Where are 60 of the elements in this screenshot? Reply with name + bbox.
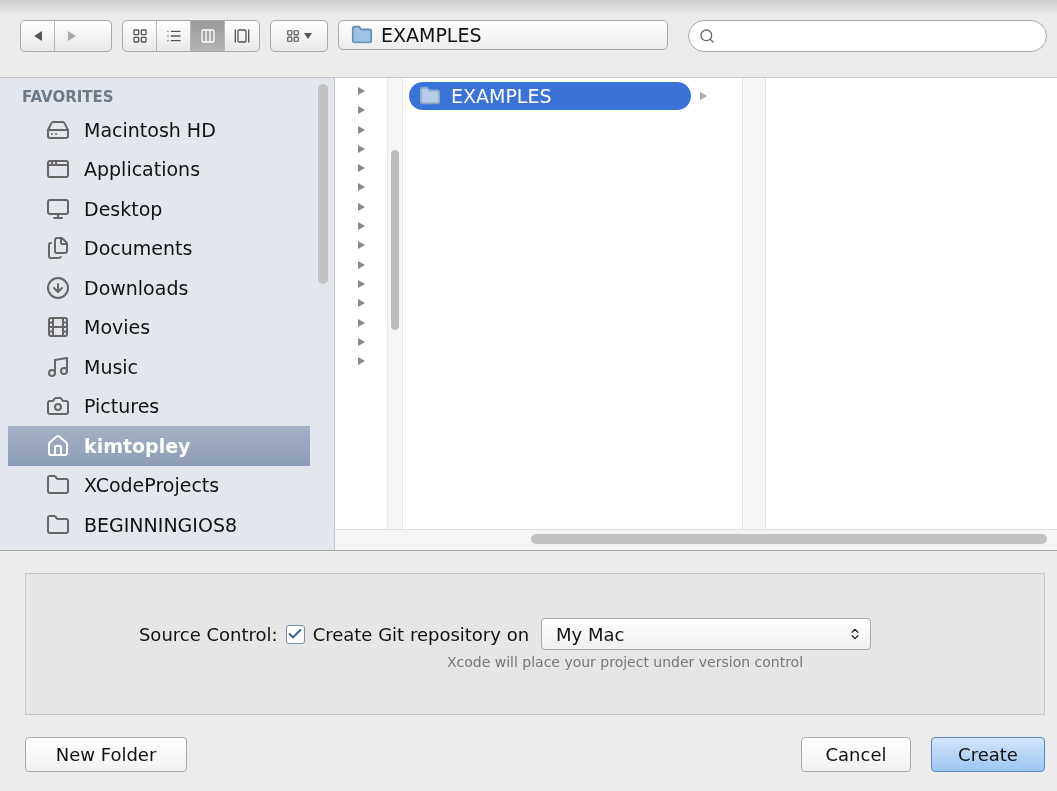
- git-checkbox[interactable]: [285, 624, 305, 644]
- left-triangle-icon: [32, 30, 43, 42]
- monitor-icon: [46, 196, 70, 221]
- disclosure-triangle-icon: [356, 163, 366, 174]
- disclosure-triangle-icon: [356, 201, 366, 212]
- sidebar-item[interactable]: Desktop: [8, 189, 310, 229]
- disclosure-triangle-icon: [356, 182, 366, 193]
- scrollbar-thumb[interactable]: [318, 84, 328, 284]
- sidebar-item[interactable]: Documents: [8, 228, 310, 268]
- disclosure-triangle-icon: [356, 221, 366, 232]
- download-icon: [46, 275, 70, 300]
- music-note-icon: [46, 354, 70, 379]
- folder-icon: [419, 85, 441, 107]
- scrollbar-thumb[interactable]: [531, 534, 1047, 544]
- path-popup[interactable]: EXAMPLES: [338, 20, 668, 50]
- disclosure-triangle-icon: [356, 86, 366, 96]
- folder-icon: [351, 24, 373, 46]
- scrollbar-thumb[interactable]: [391, 150, 399, 330]
- list-view-icon: [165, 28, 182, 44]
- sidebar-item[interactable]: BEGINNINGIOS8: [8, 505, 310, 545]
- sidebar-item[interactable]: Downloads: [8, 268, 310, 308]
- folder-row[interactable]: EXAMPLES: [409, 82, 691, 110]
- right-triangle-icon: [67, 30, 77, 42]
- house-icon: [46, 433, 70, 458]
- disclosure-triangle-icon: [356, 298, 366, 309]
- sidebar-item[interactable]: XCodeProjects: [8, 465, 310, 505]
- film-icon: [46, 315, 70, 340]
- default-button[interactable]: Create: [931, 737, 1045, 772]
- icons-view-icon: [131, 28, 148, 44]
- disclosure-triangle-icon: [356, 240, 366, 251]
- source-control-label: Source Control:: [138, 623, 278, 645]
- dialog-button[interactable]: Cancel: [801, 737, 911, 772]
- disclosure-triangle-icon: [356, 336, 366, 347]
- checkbox-label: Create Git repository on: [312, 623, 530, 645]
- documents-icon: [46, 236, 70, 261]
- disclosure-triangle-icon: [356, 317, 366, 328]
- disclosure-triangle-icon: [699, 91, 708, 101]
- disclosure-triangle-icon: [356, 259, 366, 270]
- columns-view-icon: [199, 28, 216, 44]
- sidebar-item[interactable]: Applications: [8, 149, 310, 189]
- sidebar-item[interactable]: Macintosh HD: [8, 110, 310, 150]
- view-mode-control[interactable]: [122, 20, 260, 52]
- disclosure-triangle-icon: [356, 105, 366, 116]
- disclosure-triangle-icon: [356, 143, 366, 154]
- disclosure-triangle-icon: [356, 124, 366, 135]
- sidebar-heading: FAVORITES: [21, 87, 115, 108]
- coverflow-view-icon: [234, 28, 250, 44]
- caret-icon: [304, 33, 312, 39]
- sidebar-item[interactable]: Pictures: [8, 386, 310, 426]
- grid-icon: [286, 29, 300, 43]
- disclosure-triangle-icon: [356, 278, 366, 289]
- disclosure-triangle-icon: [356, 356, 366, 367]
- search-icon: [699, 28, 715, 44]
- sidebar-item[interactable]: Movies: [8, 307, 310, 347]
- dialog-button[interactable]: New Folder: [25, 737, 187, 772]
- hint-text: Xcode will place your project under version control: [446, 654, 804, 670]
- search-field[interactable]: [688, 20, 1047, 52]
- location-select[interactable]: My Mac: [541, 618, 872, 650]
- sidebar-item[interactable]: Music: [8, 347, 310, 387]
- folder-icon: [46, 512, 70, 537]
